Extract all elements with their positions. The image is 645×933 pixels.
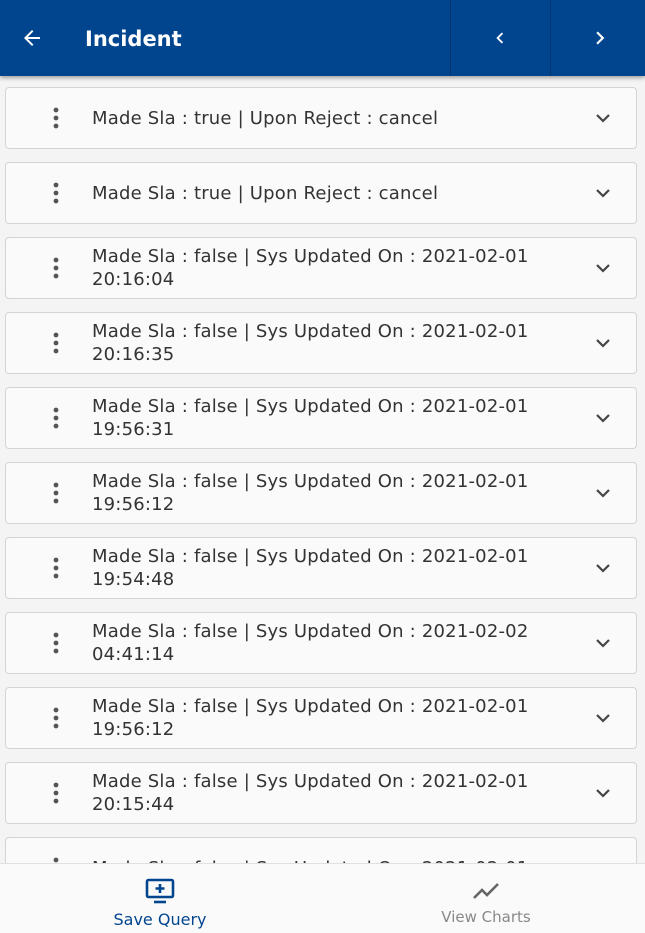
record-card[interactable]: Made Sla : false | Sys Updated On : 2021… <box>5 837 637 863</box>
record-list[interactable]: Made Sla : true | Upon Reject : cancel Ma… <box>0 76 645 863</box>
more-vert-icon[interactable] <box>40 688 72 748</box>
record-summary: Made Sla : false | Sys Updated On : 2021… <box>92 538 572 598</box>
record-card[interactable]: Made Sla : false | Sys Updated On : 2021… <box>5 462 637 524</box>
record-summary-line1: Made Sla : true | Upon Reject : cancel <box>92 182 439 204</box>
record-summary-line2: 19:56:31 <box>92 419 175 440</box>
record-summary: Made Sla : false | Sys Updated On : 2021… <box>92 388 572 448</box>
record-summary: Made Sla : false | Sys Updated On : 2021… <box>92 688 572 748</box>
record-summary-line1: Made Sla : false | Sys Updated On : 2021… <box>92 771 529 792</box>
expand-chevron-icon[interactable] <box>588 313 618 373</box>
expand-chevron-icon[interactable] <box>588 388 618 448</box>
more-vert-icon[interactable] <box>40 838 72 863</box>
expand-chevron-icon[interactable] <box>588 763 618 823</box>
expand-chevron-icon[interactable] <box>588 463 618 523</box>
previous-record-button[interactable] <box>450 0 549 76</box>
arrow-left-icon <box>24 30 40 46</box>
more-vert-icon[interactable] <box>40 763 72 823</box>
record-summary-line2: 20:15:44 <box>92 794 175 815</box>
view-charts-button[interactable]: View Charts <box>420 864 552 933</box>
expand-chevron-icon[interactable] <box>588 238 618 298</box>
view-charts-label: View Charts <box>441 908 531 926</box>
record-summary-line2: 19:54:48 <box>92 569 175 590</box>
record-card[interactable]: Made Sla : false | Sys Updated On : 2021… <box>5 537 637 599</box>
record-summary-line1: Made Sla : false | Sys Updated On : 2021… <box>92 471 529 492</box>
record-card[interactable]: Made Sla : false | Sys Updated On : 2021… <box>5 612 637 674</box>
expand-chevron-icon[interactable] <box>588 163 618 223</box>
more-vert-icon[interactable] <box>40 163 72 223</box>
record-card[interactable]: Made Sla : false | Sys Updated On : 2021… <box>5 387 637 449</box>
record-summary-line1: Made Sla : false | Sys Updated On : 2021… <box>92 546 529 567</box>
expand-chevron-icon[interactable] <box>588 613 618 673</box>
record-card[interactable]: Made Sla : false | Sys Updated On : 2021… <box>5 312 637 374</box>
record-summary-line2: 20:16:35 <box>92 344 175 365</box>
record-summary-line1: Made Sla : false | Sys Updated On : 2021… <box>92 321 529 342</box>
record-summary: Made Sla : false | Sys Updated On : 2021… <box>92 238 572 298</box>
record-summary: Made Sla : false | Sys Updated On : 2021… <box>92 763 572 823</box>
record-summary-line2: 19:56:12 <box>92 719 175 740</box>
record-card[interactable]: Made Sla : false | Sys Updated On : 2021… <box>5 762 637 824</box>
more-vert-icon[interactable] <box>40 238 72 298</box>
record-summary-line1: Made Sla : false | Sys Updated On : 2021… <box>92 621 529 642</box>
back-button[interactable] <box>0 0 64 76</box>
expand-chevron-icon[interactable] <box>588 538 618 598</box>
expand-chevron-icon[interactable] <box>588 838 618 863</box>
more-vert-icon[interactable] <box>40 463 72 523</box>
next-record-button[interactable] <box>550 0 645 76</box>
more-vert-icon[interactable] <box>40 88 72 148</box>
record-summary-line2: 20:16:04 <box>92 269 175 290</box>
record-summary: Made Sla : false | Sys Updated On : 2021… <box>92 613 572 673</box>
more-vert-icon[interactable] <box>40 313 72 373</box>
page-title: Incident <box>85 27 182 51</box>
record-summary: Made Sla : false | Sys Updated On : 2021… <box>92 313 572 373</box>
record-summary-line1: Made Sla : false | Sys Updated On : 2021… <box>92 696 529 717</box>
app-header: Incident <box>0 0 645 76</box>
record-card[interactable]: Made Sla : true | Upon Reject : cancel <box>5 162 637 224</box>
record-summary: Made Sla : true | Upon Reject : cancel <box>92 163 572 223</box>
more-vert-icon[interactable] <box>40 613 72 673</box>
more-vert-icon[interactable] <box>40 388 72 448</box>
record-summary-line1: Made Sla : false | Sys Updated On : 2021… <box>92 396 529 417</box>
more-vert-icon[interactable] <box>40 538 72 598</box>
save-query-button[interactable]: Save Query <box>90 864 230 933</box>
line-chart-icon <box>473 883 499 899</box>
save-query-label: Save Query <box>113 910 207 929</box>
chevron-left-icon <box>496 32 504 44</box>
expand-chevron-icon[interactable] <box>588 88 618 148</box>
bottom-nav: Save Query View Charts <box>0 863 645 933</box>
record-card[interactable]: Made Sla : false | Sys Updated On : 2021… <box>5 237 637 299</box>
record-summary-line2: 04:41:14 <box>92 644 175 665</box>
record-summary-line2: 19:56:12 <box>92 494 175 515</box>
chevron-right-icon <box>596 31 605 45</box>
record-summary-line1: Made Sla : true | Upon Reject : cancel <box>92 107 439 129</box>
record-summary: Made Sla : true | Upon Reject : cancel <box>92 88 572 148</box>
record-card[interactable]: Made Sla : true | Upon Reject : cancel <box>5 87 637 149</box>
record-card[interactable]: Made Sla : false | Sys Updated On : 2021… <box>5 687 637 749</box>
record-summary: Made Sla : false | Sys Updated On : 2021… <box>92 838 572 864</box>
record-summary-line1: Made Sla : false | Sys Updated On : 2021… <box>92 246 529 267</box>
record-summary: Made Sla : false | Sys Updated On : 2021… <box>92 463 572 523</box>
expand-chevron-icon[interactable] <box>588 688 618 748</box>
monitor-plus-icon <box>145 878 175 904</box>
